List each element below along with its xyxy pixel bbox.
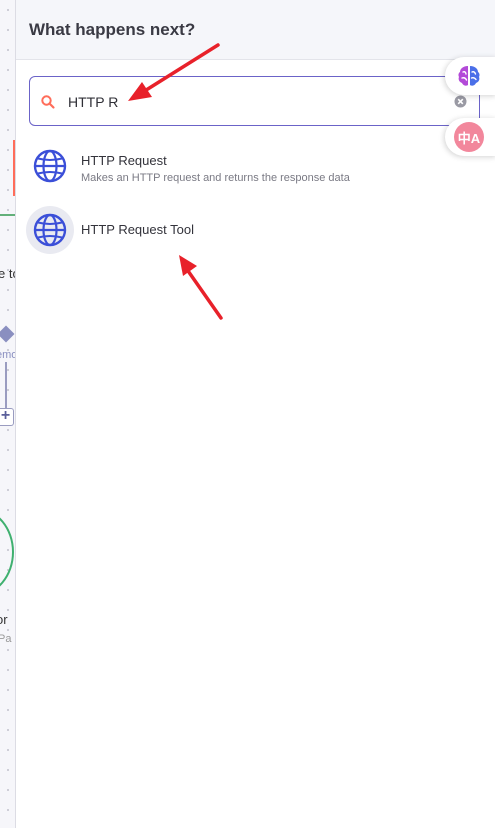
app-screen: e to emo + or Pa What happens next? (0, 0, 495, 828)
node-label-clipped: e to (0, 266, 15, 281)
results-list: HTTP Request Makes an HTTP request and r… (16, 140, 495, 262)
result-title: HTTP Request Tool (81, 222, 194, 237)
search-box[interactable] (29, 76, 480, 126)
translate-icon: 中A (454, 122, 484, 152)
brain-icon (454, 61, 484, 91)
clear-search-icon[interactable] (454, 95, 467, 108)
workflow-canvas[interactable]: e to emo + or Pa (0, 0, 16, 828)
node-name-clipped: or (0, 612, 8, 627)
connector-line (5, 362, 7, 408)
ai-extension-button[interactable] (445, 57, 495, 95)
result-description: Makes an HTTP request and returns the re… (81, 172, 350, 184)
globe-icon (26, 142, 74, 190)
result-http-request-tool[interactable]: HTTP Request Tool (16, 204, 495, 262)
connector-diamond-icon[interactable] (0, 325, 15, 343)
globe-icon (26, 206, 74, 254)
panel-header: What happens next? (16, 0, 495, 60)
node-subtitle-clipped: Pa (0, 633, 12, 645)
node-creator-panel: What happens next? HTTP R HTTP Request M… (16, 0, 495, 828)
search-input[interactable] (68, 89, 448, 115)
add-node-button[interactable]: + (0, 408, 14, 426)
connector-label-clipped: emo (0, 349, 16, 361)
connection-line (0, 214, 15, 216)
result-title: HTTP Request (81, 153, 167, 168)
panel-title: What happens next? (29, 20, 196, 39)
search-icon (41, 95, 55, 109)
translate-extension-button[interactable]: 中A (445, 118, 495, 156)
result-http-request[interactable]: HTTP Request Makes an HTTP request and r… (16, 140, 495, 198)
